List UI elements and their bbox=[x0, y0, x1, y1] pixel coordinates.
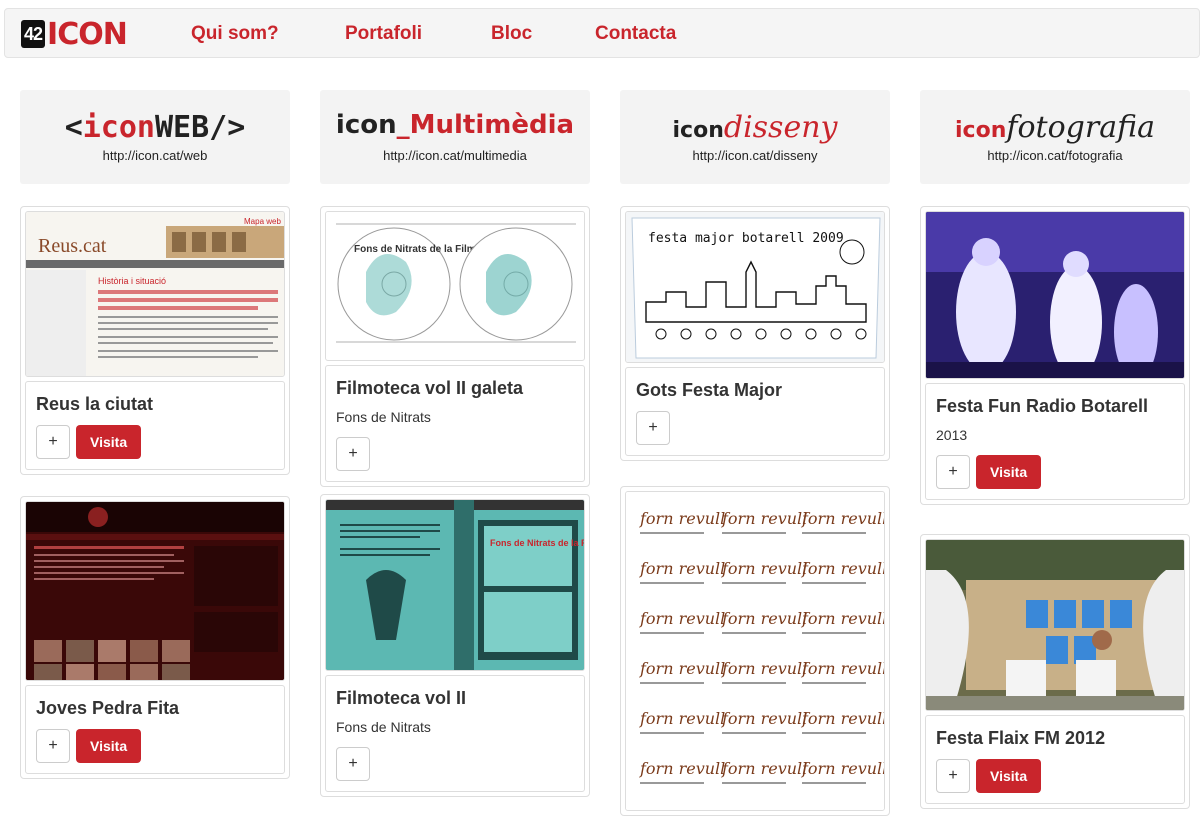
svg-text:forn revull: forn revull bbox=[639, 559, 725, 578]
thumb-fun-radio[interactable] bbox=[925, 211, 1185, 379]
banner-disseny-brand: icondisseny bbox=[672, 110, 838, 145]
plus-button[interactable]: + bbox=[336, 747, 370, 781]
caption-flaix-fm: Festa Flaix FM 2012 + Visita bbox=[925, 715, 1185, 804]
banner-fotografia-brand: iconfotografia bbox=[955, 110, 1155, 145]
caption-fun-radio: Festa Fun Radio Botarell 2013 + Visita bbox=[925, 383, 1185, 500]
card-title: Festa Flaix FM 2012 bbox=[936, 728, 1106, 748]
thumb-filmoteca-galeta[interactable]: Fons de Nitrats de la FilmoTeca bbox=[325, 211, 585, 361]
plus-button[interactable]: + bbox=[936, 455, 970, 489]
nav-link-contacta[interactable]: Contacta bbox=[595, 23, 676, 45]
card-title: Filmoteca vol II bbox=[336, 688, 467, 708]
card-flaix-fm: Festa Flaix FM 2012 + Visita bbox=[920, 534, 1190, 809]
logo-number: 42 bbox=[21, 20, 46, 48]
svg-text:Fons de Nitrats de la FilmoTec: Fons de Nitrats de la FilmoTeca bbox=[490, 538, 585, 548]
logo[interactable]: 42 ICON bbox=[21, 16, 128, 52]
svg-text:forn revull: forn revull bbox=[801, 659, 885, 678]
svg-text:Història i situació: Història i situació bbox=[98, 276, 166, 286]
card-gots: festa major botarell 2009 Gots Festa Maj… bbox=[620, 206, 890, 461]
card-title: Filmoteca vol II galeta bbox=[336, 378, 524, 398]
card-filmoteca-galeta: Fons de Nitrats de la FilmoTeca Filmotec… bbox=[320, 206, 590, 487]
card-joves: Joves Pedra Fita + Visita bbox=[20, 496, 290, 779]
banner-disseny-url: http://icon.cat/disseny bbox=[692, 148, 818, 163]
plus-button[interactable]: + bbox=[336, 437, 370, 471]
bakery-labels-image: forn revull forn revull forn revull forn… bbox=[626, 492, 885, 810]
caption-reus: Reus la ciutat + Visita bbox=[25, 381, 285, 470]
svg-text:forn revull: forn revull bbox=[721, 659, 807, 678]
logo-text: ICON bbox=[47, 16, 128, 52]
card-reus: Reus.cat Mapa web Història i situació Re… bbox=[20, 206, 290, 475]
nav-link-portafoli[interactable]: Portafoli bbox=[345, 23, 422, 45]
cd-labels-image: Fons de Nitrats de la FilmoTeca bbox=[326, 212, 584, 352]
card-filmoteca-vol: Fons de Nitrats de la FilmoTeca Filmotec… bbox=[320, 494, 590, 797]
svg-text:Mapa web: Mapa web bbox=[244, 217, 281, 226]
card-forn-revull: forn revull forn revull forn revull forn… bbox=[620, 486, 890, 816]
visit-button[interactable]: Visita bbox=[976, 759, 1042, 793]
svg-text:forn revull: forn revull bbox=[801, 509, 885, 528]
svg-text:forn revull: forn revull bbox=[801, 559, 885, 578]
svg-text:festa major botarell 2009: festa major botarell 2009 bbox=[648, 231, 844, 246]
navbar: 42 ICON Qui som? Portafoli Bloc Contacta bbox=[4, 8, 1200, 58]
banner-web[interactable]: <iconWEB/> http://icon.cat/web bbox=[20, 90, 290, 184]
svg-text:forn revull: forn revull bbox=[721, 509, 807, 528]
card-title: Joves Pedra Fita bbox=[36, 698, 180, 718]
card-title: Gots Festa Major bbox=[636, 380, 783, 400]
svg-text:forn revull: forn revull bbox=[721, 759, 807, 778]
joves-website-image bbox=[26, 502, 284, 680]
thumb-filmoteca-vol[interactable]: Fons de Nitrats de la FilmoTeca bbox=[325, 499, 585, 671]
nav-link-qui-som[interactable]: Qui som? bbox=[191, 23, 279, 45]
thumb-joves[interactable] bbox=[25, 501, 285, 681]
banner-fotografia-url: http://icon.cat/fotografia bbox=[987, 148, 1123, 163]
svg-text:Reus.cat: Reus.cat bbox=[38, 235, 107, 257]
plus-button[interactable]: + bbox=[636, 411, 670, 445]
visit-button[interactable]: Visita bbox=[76, 425, 142, 459]
thumb-reus[interactable]: Reus.cat Mapa web Història i situació bbox=[25, 211, 285, 377]
party-photo-image bbox=[926, 212, 1184, 378]
banner-disseny[interactable]: icondisseny http://icon.cat/disseny bbox=[620, 90, 890, 184]
thumb-forn-revull[interactable]: forn revull forn revull forn revull forn… bbox=[625, 491, 885, 811]
nav-link-bloc[interactable]: Bloc bbox=[491, 23, 532, 45]
stage-photo-image bbox=[926, 540, 1184, 710]
cd-cover-image: Fons de Nitrats de la FilmoTeca bbox=[326, 500, 585, 670]
caption-filmoteca-vol: Filmoteca vol II Fons de Nitrats + bbox=[325, 675, 585, 792]
svg-text:forn revull: forn revull bbox=[721, 559, 807, 578]
svg-text:forn revull: forn revull bbox=[721, 609, 807, 628]
plus-button[interactable]: + bbox=[936, 759, 970, 793]
banner-multimedia[interactable]: icon_Multimèdia http://icon.cat/multimed… bbox=[320, 90, 590, 184]
thumb-gots[interactable]: festa major botarell 2009 bbox=[625, 211, 885, 363]
svg-text:forn revull: forn revull bbox=[639, 609, 725, 628]
svg-text:forn revull: forn revull bbox=[639, 659, 725, 678]
banner-web-brand: <iconWEB/> bbox=[64, 110, 246, 145]
visit-button[interactable]: Visita bbox=[976, 455, 1042, 489]
caption-filmoteca-galeta: Filmoteca vol II galeta Fons de Nitrats … bbox=[325, 365, 585, 482]
card-subtitle: Fons de Nitrats bbox=[336, 409, 431, 425]
plus-button[interactable]: + bbox=[36, 425, 70, 459]
svg-text:forn revull: forn revull bbox=[801, 759, 885, 778]
card-title: Festa Fun Radio Botarell bbox=[936, 396, 1149, 416]
banner-multimedia-brand: icon_Multimèdia bbox=[335, 110, 575, 140]
cup-design-image: festa major botarell 2009 bbox=[626, 212, 884, 362]
svg-text:forn revull: forn revull bbox=[639, 759, 725, 778]
banner-web-url: http://icon.cat/web bbox=[102, 148, 208, 163]
banner-multimedia-url: http://icon.cat/multimedia bbox=[383, 148, 527, 163]
card-subtitle: 2013 bbox=[936, 427, 968, 443]
svg-text:forn revull: forn revull bbox=[801, 709, 885, 728]
plus-button[interactable]: + bbox=[36, 729, 70, 763]
card-subtitle: Fons de Nitrats bbox=[336, 719, 431, 735]
svg-text:forn revull: forn revull bbox=[801, 609, 885, 628]
svg-text:forn revull: forn revull bbox=[639, 509, 725, 528]
thumb-flaix-fm[interactable] bbox=[925, 539, 1185, 711]
caption-joves: Joves Pedra Fita + Visita bbox=[25, 685, 285, 774]
svg-text:forn revull: forn revull bbox=[639, 709, 725, 728]
card-fun-radio: Festa Fun Radio Botarell 2013 + Visita bbox=[920, 206, 1190, 505]
visit-button[interactable]: Visita bbox=[76, 729, 142, 763]
banner-fotografia[interactable]: iconfotografia http://icon.cat/fotografi… bbox=[920, 90, 1190, 184]
caption-gots: Gots Festa Major + bbox=[625, 367, 885, 456]
reus-website-image: Reus.cat Mapa web Història i situació bbox=[26, 212, 284, 376]
svg-text:forn revull: forn revull bbox=[721, 709, 807, 728]
card-title: Reus la ciutat bbox=[36, 394, 154, 414]
